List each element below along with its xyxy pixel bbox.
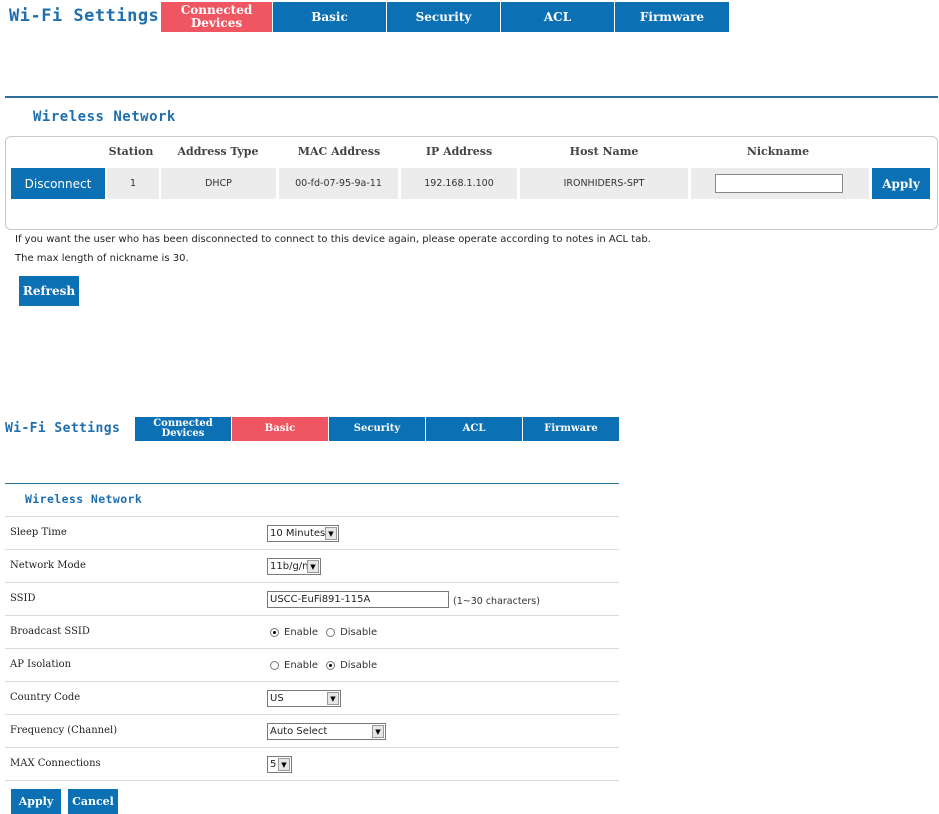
tab-connected-devices[interactable]: Connected Devices [161, 2, 273, 32]
tab-security[interactable]: Security [387, 2, 501, 32]
tab-security[interactable]: Security [329, 417, 426, 441]
country-code-label: Country Code [10, 692, 81, 703]
cancel-button[interactable]: Cancel [68, 789, 118, 814]
network-mode-label: Network Mode [10, 560, 86, 571]
frequency-label: Frequency (Channel) [10, 725, 118, 736]
section-divider [5, 483, 619, 484]
column-header-nickname: Nickname [746, 145, 810, 158]
max-connections-label: MAX Connections [10, 758, 101, 769]
connected-devices-table: Station Address Type MAC Address IP Addr… [5, 136, 938, 230]
tab-acl[interactable]: ACL [426, 417, 523, 441]
section-title: Wireless Network [25, 492, 143, 506]
section-divider [5, 96, 938, 98]
settings-tabbar: Connected Devices Basic Security ACL Fir… [161, 2, 729, 32]
max-connections-value: 5 [270, 759, 277, 770]
page-title: Wi-Fi Settings [5, 421, 121, 436]
host-name-cell: IRONHIDERS-SPT [520, 168, 688, 199]
sleep-time-label: Sleep Time [10, 527, 67, 538]
row-divider [5, 615, 619, 616]
nickname-input[interactable] [715, 174, 843, 193]
row-divider [5, 648, 619, 649]
ssid-label: SSID [10, 593, 36, 604]
settings-tabbar: Connected Devices Basic Security ACL Fir… [135, 417, 619, 441]
tab-basic[interactable]: Basic [232, 417, 329, 441]
refresh-button[interactable]: Refresh [19, 276, 79, 306]
column-header-mac-address: MAC Address [297, 145, 381, 158]
row-divider [5, 747, 619, 748]
ap-isolation-enable-radio[interactable] [270, 661, 279, 670]
sleep-time-select[interactable]: 10 Minutes ▼ [267, 525, 339, 542]
row-divider [5, 549, 619, 550]
row-divider [5, 681, 619, 682]
station-cell: 1 [107, 168, 159, 199]
ap-isolation-enable-label: Enable [284, 660, 319, 671]
disconnect-button[interactable]: Disconnect [11, 168, 105, 199]
ssid-input[interactable] [267, 591, 449, 608]
row-divider [5, 714, 619, 715]
chevron-down-icon: ▼ [307, 560, 319, 573]
broadcast-ssid-radio-group: Enable Disable [270, 627, 385, 638]
ip-address-cell: 192.168.1.100 [401, 168, 517, 199]
tab-firmware[interactable]: Firmware [523, 417, 619, 441]
tab-basic[interactable]: Basic [273, 2, 387, 32]
address-type-cell: DHCP [161, 168, 276, 199]
ssid-hint: (1~30 characters) [453, 596, 540, 607]
broadcast-ssid-disable-radio[interactable] [326, 628, 336, 637]
network-mode-select[interactable]: 11b/g/n ▼ [267, 558, 321, 575]
max-connections-select[interactable]: 5 ▼ [267, 756, 292, 773]
page-title: Wi-Fi Settings [9, 6, 160, 26]
chevron-down-icon: ▼ [278, 758, 290, 771]
sleep-time-value: 10 Minutes [270, 528, 326, 539]
apply-nickname-button[interactable]: Apply [872, 168, 930, 199]
broadcast-ssid-disable-label: Disable [340, 627, 378, 638]
broadcast-ssid-enable-radio[interactable] [270, 628, 279, 637]
chevron-down-icon: ▼ [372, 725, 384, 738]
ap-isolation-disable-radio[interactable] [326, 661, 336, 670]
column-header-address-type: Address Type [177, 145, 259, 158]
ap-isolation-label: AP Isolation [10, 659, 72, 670]
frequency-select[interactable]: Auto Select ▼ [267, 723, 386, 740]
network-mode-value: 11b/g/n [270, 561, 309, 572]
column-header-station: Station [108, 145, 154, 158]
row-divider [5, 780, 619, 781]
ap-isolation-radio-group: Enable Disable [270, 660, 385, 671]
tab-connected-devices[interactable]: Connected Devices [135, 417, 232, 441]
row-divider [5, 582, 619, 583]
tab-firmware[interactable]: Firmware [615, 2, 729, 32]
ap-isolation-disable-label: Disable [340, 660, 378, 671]
column-header-ip-address: IP Address [425, 145, 493, 158]
nickname-length-note: The max length of nickname is 30. [15, 253, 189, 264]
country-code-value: US [270, 693, 284, 704]
broadcast-ssid-label: Broadcast SSID [10, 626, 90, 637]
column-header-host-name: Host Name [569, 145, 639, 158]
disconnect-note: If you want the user who has been discon… [15, 234, 651, 245]
country-code-select[interactable]: US ▼ [267, 690, 341, 707]
tab-acl[interactable]: ACL [501, 2, 615, 32]
frequency-value: Auto Select [270, 726, 328, 737]
mac-address-cell: 00-fd-07-95-9a-11 [279, 168, 398, 199]
apply-button[interactable]: Apply [11, 789, 61, 814]
broadcast-ssid-enable-label: Enable [284, 627, 319, 638]
chevron-down-icon: ▼ [325, 527, 337, 540]
row-divider [5, 516, 619, 517]
chevron-down-icon: ▼ [327, 692, 339, 705]
section-title: Wireless Network [33, 109, 176, 125]
